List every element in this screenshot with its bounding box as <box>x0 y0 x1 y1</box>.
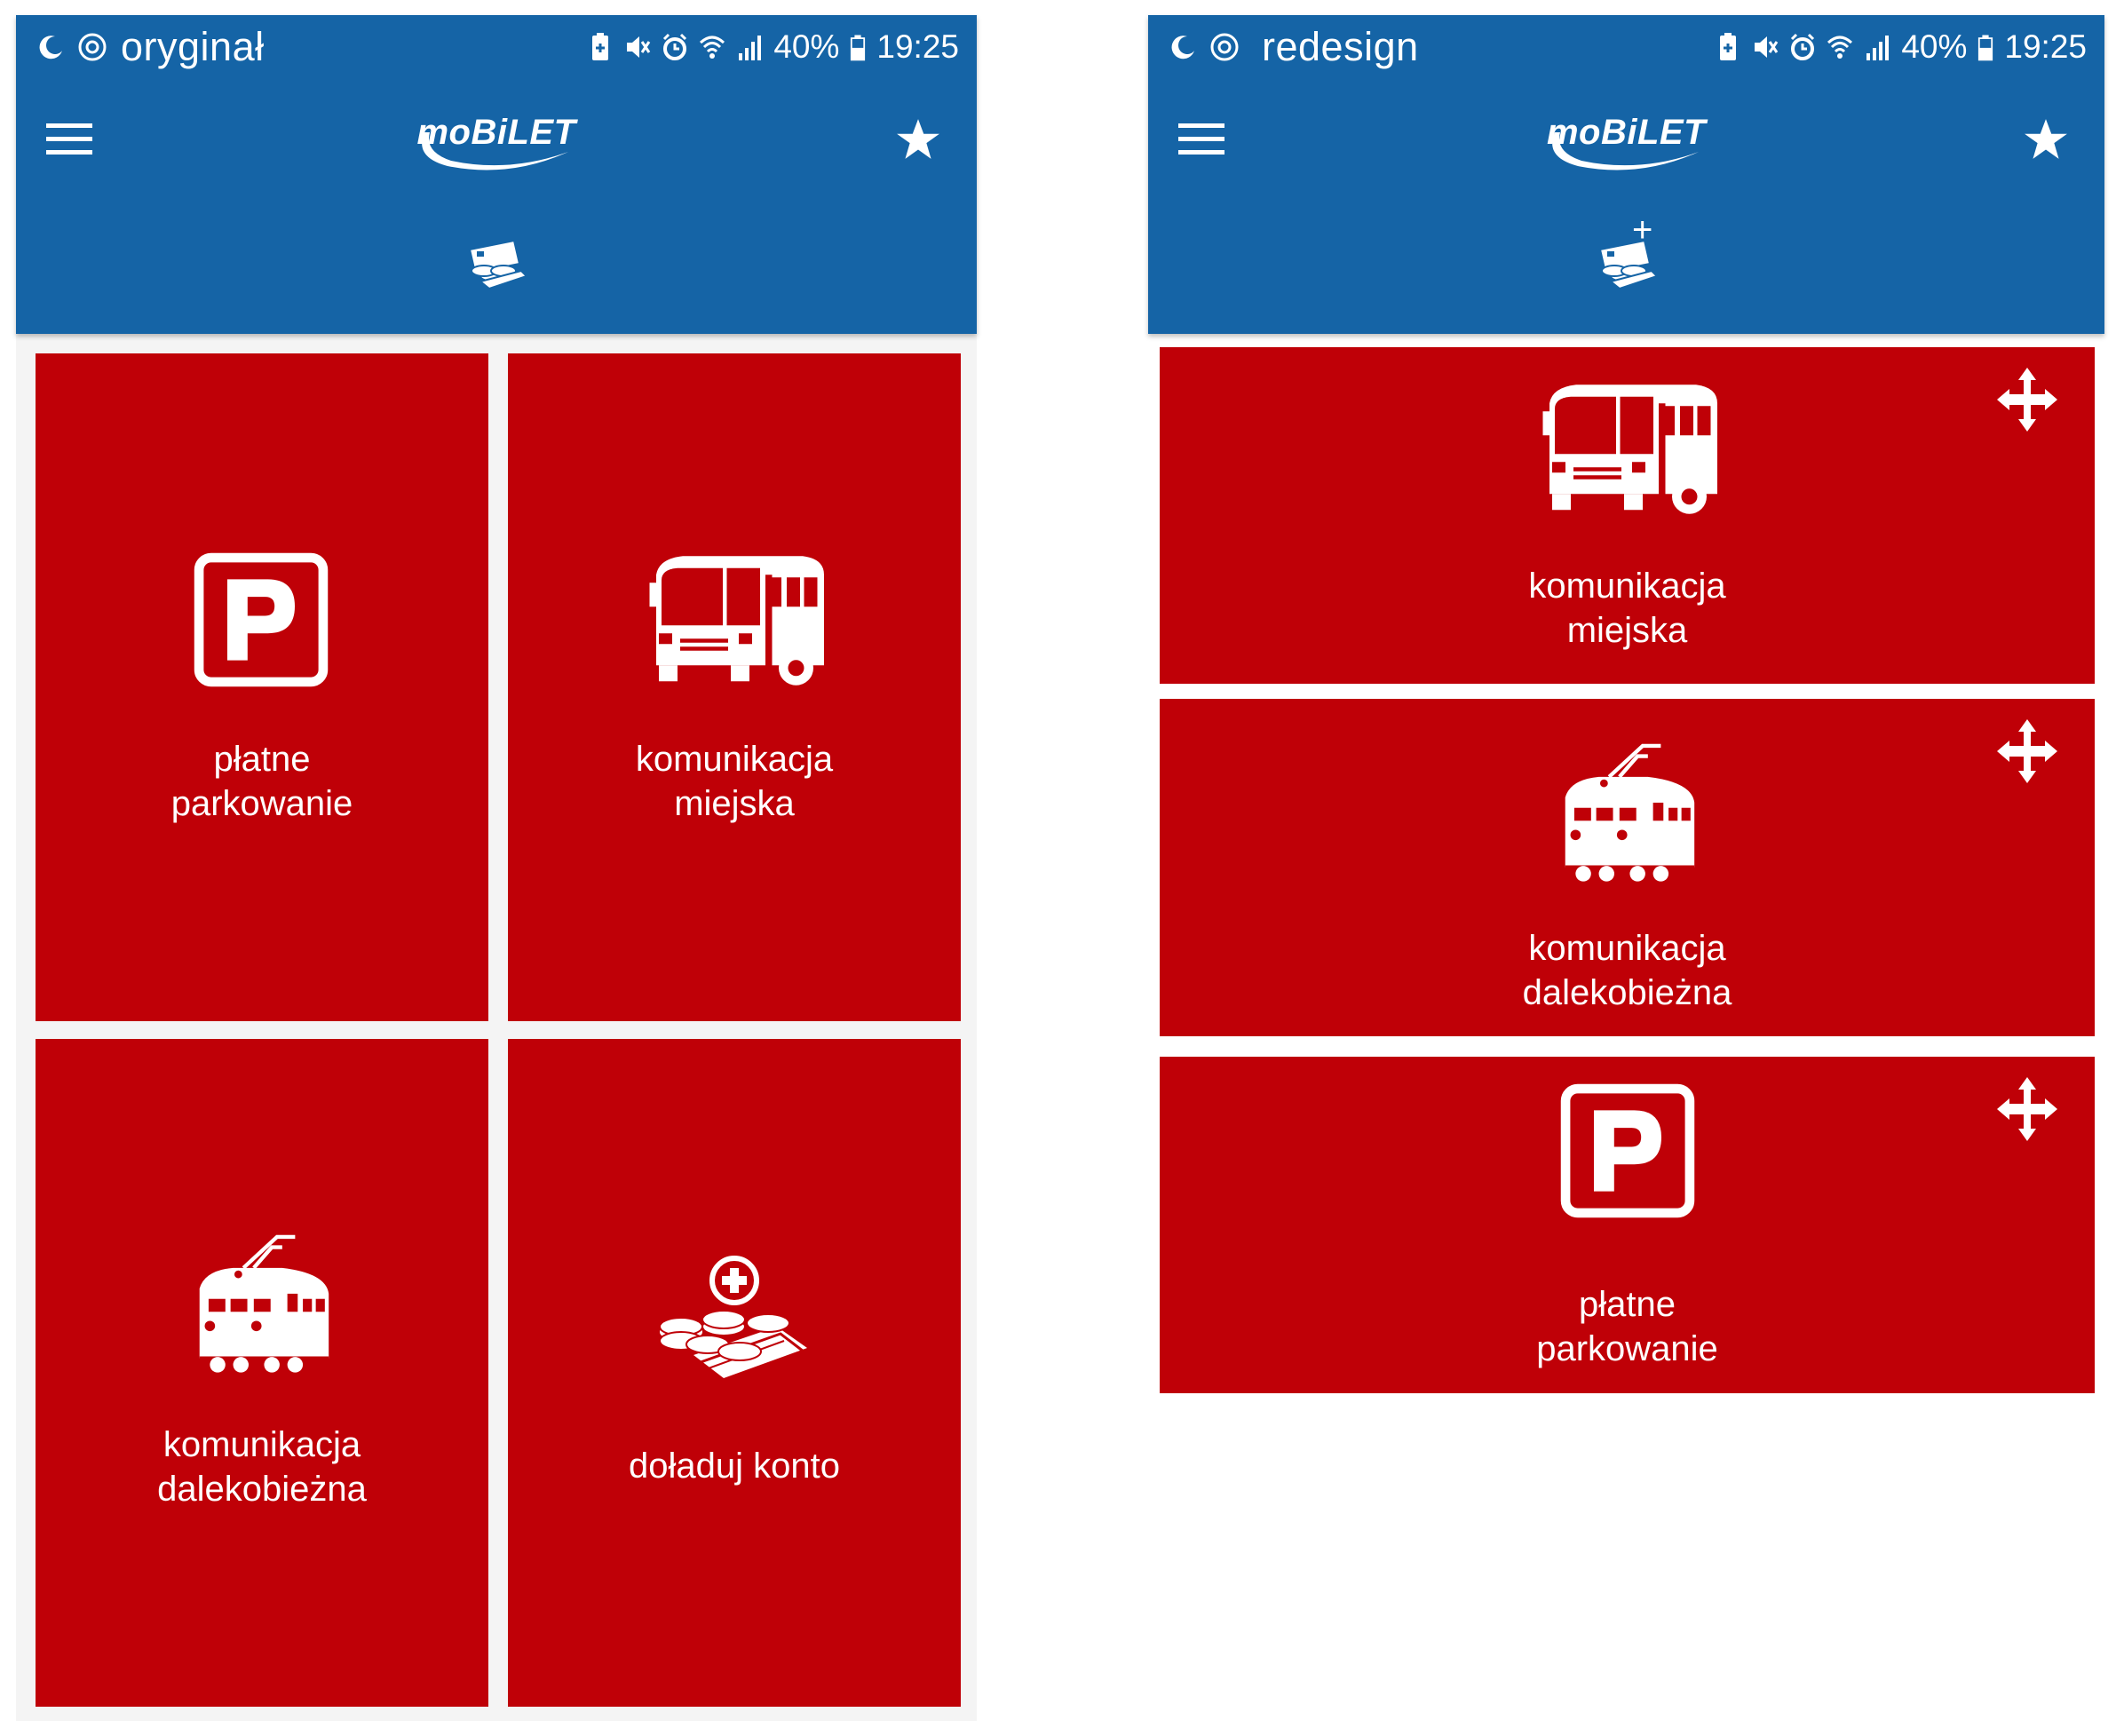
mobilet-logo: moBiLET <box>412 107 581 182</box>
tile-parking[interactable]: płatne parkowanie <box>1160 1057 2095 1393</box>
star-icon[interactable] <box>895 116 941 163</box>
menu-icon[interactable] <box>1178 122 1224 157</box>
alarm-icon <box>1791 33 1815 60</box>
train-icon <box>1557 743 1700 885</box>
phone-redesign: redesign 40% 19:25 moBiLET + komunikacja… <box>1148 15 2104 1721</box>
tile-label: komunikacja dalekobieżna <box>157 1425 367 1509</box>
battery-icon <box>851 35 866 61</box>
battery-saver-icon <box>592 33 609 60</box>
parking-icon <box>1560 1083 1695 1218</box>
tile-label: komunikacja miejska <box>1528 567 1726 650</box>
app-bar: redesign 40% 19:25 moBiLET + <box>1148 15 2104 334</box>
tile-label: płatne parkowanie <box>170 740 353 823</box>
clock: 19:25 <box>2004 28 2087 65</box>
logo-text: moBiLET <box>416 113 576 152</box>
battery-percent: 40% <box>773 28 840 65</box>
phone-original: oryginał 40% 19:25 moBiLET płatne parkow… <box>16 15 977 1721</box>
status-bar: redesign 40% 19:25 <box>1148 15 2104 79</box>
bus-icon <box>1536 379 1723 519</box>
train-icon <box>192 1234 334 1376</box>
menu-icon[interactable] <box>46 122 92 157</box>
wallet-icon[interactable] <box>463 232 530 294</box>
add-plus-mark: + <box>1632 210 1653 250</box>
clock: 19:25 <box>876 28 959 65</box>
move-icon[interactable] <box>1992 1074 2063 1145</box>
move-icon[interactable] <box>1992 716 2063 787</box>
battery-saver-icon <box>1720 33 1737 60</box>
bus-icon <box>643 551 829 691</box>
wifi-icon <box>700 36 725 59</box>
status-bar: oryginał 40% 19:25 <box>16 15 977 79</box>
location-icon <box>78 33 107 61</box>
tile-city-transport[interactable]: komunikacja miejska <box>1160 347 2095 684</box>
battery-icon <box>1978 35 1993 61</box>
tile-label: komunikacja dalekobieżna <box>1522 929 1732 1012</box>
tile-label: płatne parkowanie <box>1536 1285 1718 1368</box>
wifi-icon <box>1827 36 1853 59</box>
signal-icon <box>739 36 762 60</box>
alarm-icon <box>663 33 687 60</box>
signal-icon <box>1866 36 1890 60</box>
tile-label: komunikacja miejska <box>635 740 834 823</box>
tile-parking[interactable]: płatne parkowanie <box>36 353 488 1021</box>
tile-long-distance[interactable]: komunikacja dalekobieżna <box>36 1039 488 1707</box>
battery-percent: 40% <box>1901 28 1968 65</box>
star-icon[interactable] <box>2023 116 2069 163</box>
status-label: redesign <box>1262 24 1419 69</box>
tile-label: doładuj konto <box>629 1447 840 1486</box>
location-icon <box>1210 33 1239 61</box>
status-label: oryginał <box>121 24 265 69</box>
move-icon[interactable] <box>1992 364 2063 435</box>
logo-text: moBiLET <box>1546 113 1707 152</box>
tile-long-distance[interactable]: komunikacja dalekobieżna <box>1160 699 2095 1036</box>
app-bar: oryginał 40% 19:25 moBiLET <box>16 15 977 334</box>
top-up-icon <box>654 1256 814 1398</box>
tile-city-transport[interactable]: komunikacja miejska <box>508 353 961 1021</box>
tile-top-up[interactable]: doładuj konto <box>508 1039 961 1707</box>
mute-icon <box>627 36 651 58</box>
moon-icon <box>39 36 62 59</box>
mute-icon <box>1755 36 1779 58</box>
parking-icon <box>194 552 329 687</box>
mobilet-logo: moBiLET <box>1542 107 1711 182</box>
moon-icon <box>1171 36 1194 59</box>
